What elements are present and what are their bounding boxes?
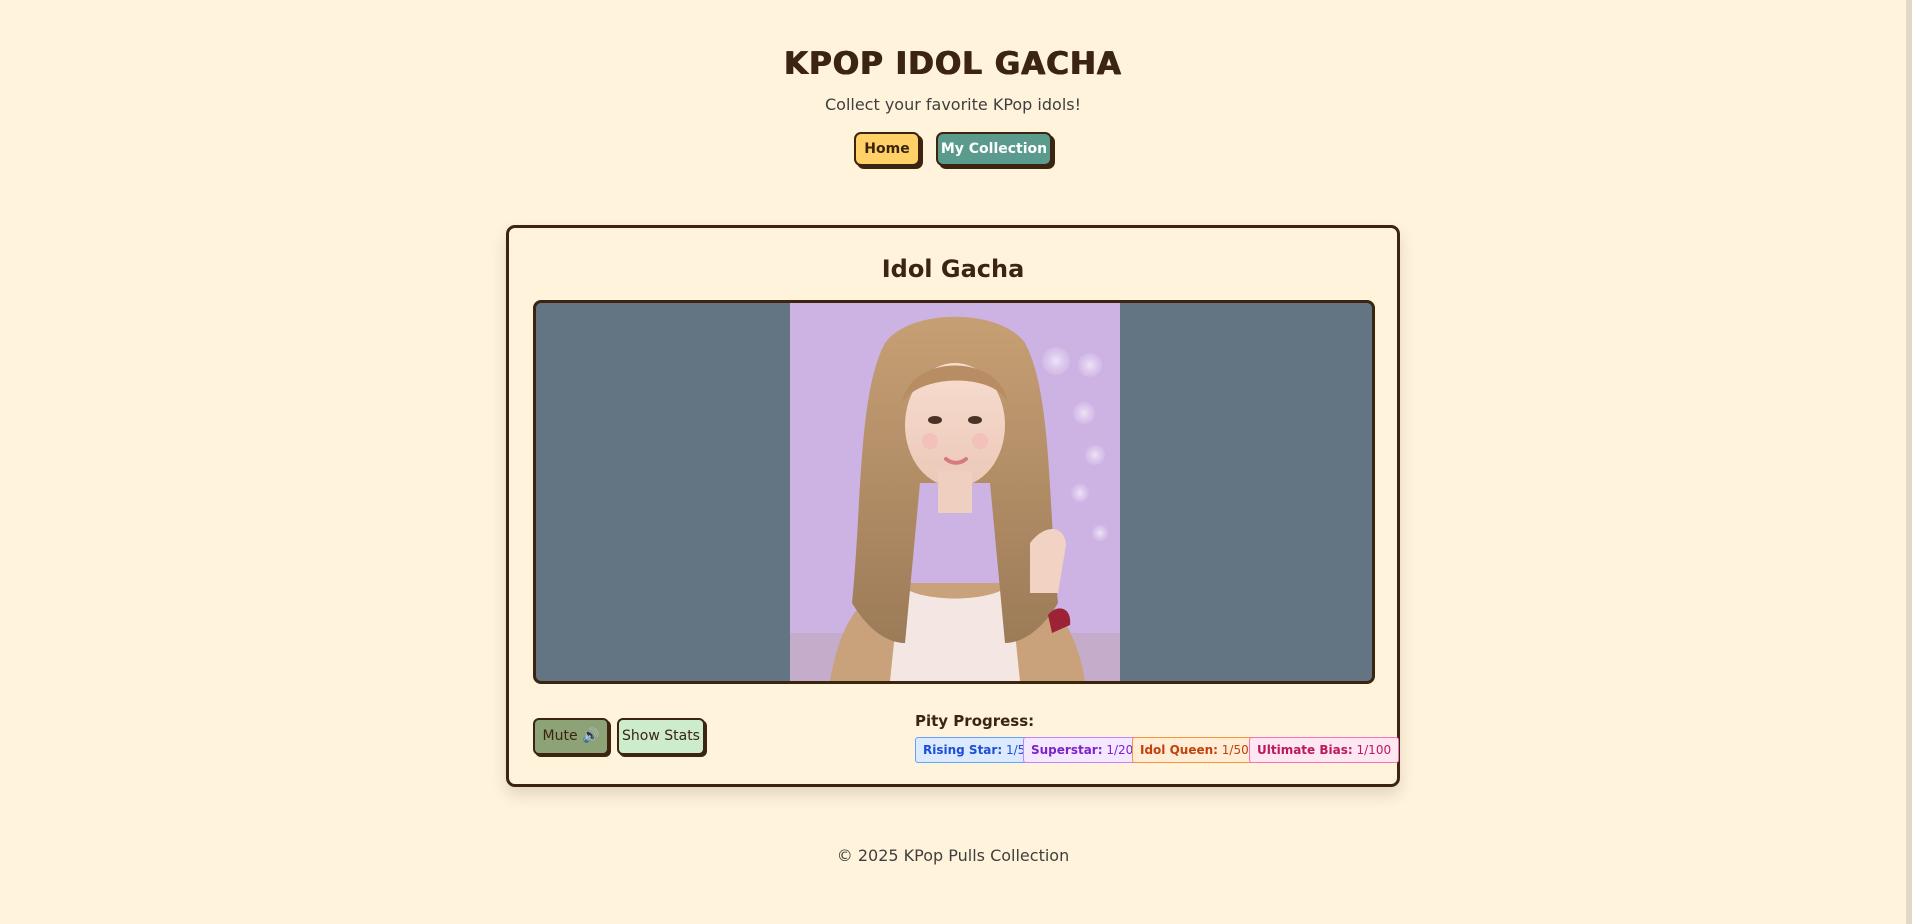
pity-tier-value: 1/50 bbox=[1221, 743, 1249, 757]
pity-badge-ultimate-bias: Ultimate Bias: 1/100 bbox=[1249, 737, 1400, 763]
idol-photo bbox=[790, 303, 1120, 681]
pity-badge-idol-queen: Idol Queen: 1/50 bbox=[1132, 737, 1257, 763]
pity-tier-value: 1/20 bbox=[1106, 743, 1134, 757]
pity-tier-name: Ultimate Bias: bbox=[1257, 743, 1353, 757]
pity-tier-name: Rising Star: bbox=[923, 743, 1003, 757]
pity-badge-superstar: Superstar: 1/20 bbox=[1023, 737, 1142, 763]
mute-button[interactable]: Mute 🔊 bbox=[533, 718, 609, 755]
home-button[interactable]: Home bbox=[854, 132, 920, 166]
main-nav: Home My Collection bbox=[0, 132, 1906, 170]
idol-portrait-image bbox=[790, 303, 1120, 681]
gacha-card: Idol Gacha Mute 🔊 Show Stats Pity Progre… bbox=[506, 225, 1400, 787]
scrollbar-thumb[interactable] bbox=[1906, 0, 1912, 924]
gacha-viewer bbox=[533, 300, 1375, 684]
pity-tier-value: 1/100 bbox=[1356, 743, 1392, 757]
pity-badge-rising-star: Rising Star: 1/5 bbox=[915, 737, 1034, 763]
pity-tier-name: Superstar: bbox=[1031, 743, 1103, 757]
gacha-title: Idol Gacha bbox=[881, 255, 1025, 283]
my-collection-button[interactable]: My Collection bbox=[936, 132, 1052, 166]
scrollbar-track[interactable] bbox=[1906, 0, 1912, 924]
show-stats-button[interactable]: Show Stats bbox=[617, 718, 705, 755]
site-subtitle: Collect your favorite KPop idols! bbox=[824, 95, 1082, 114]
pity-progress-label: Pity Progress: bbox=[915, 712, 1035, 730]
site-title: KPOP IDOL GACHA bbox=[784, 46, 1122, 82]
footer-copyright: © 2025 KPop Pulls Collection bbox=[836, 846, 1070, 865]
pity-tier-name: Idol Queen: bbox=[1140, 743, 1218, 757]
